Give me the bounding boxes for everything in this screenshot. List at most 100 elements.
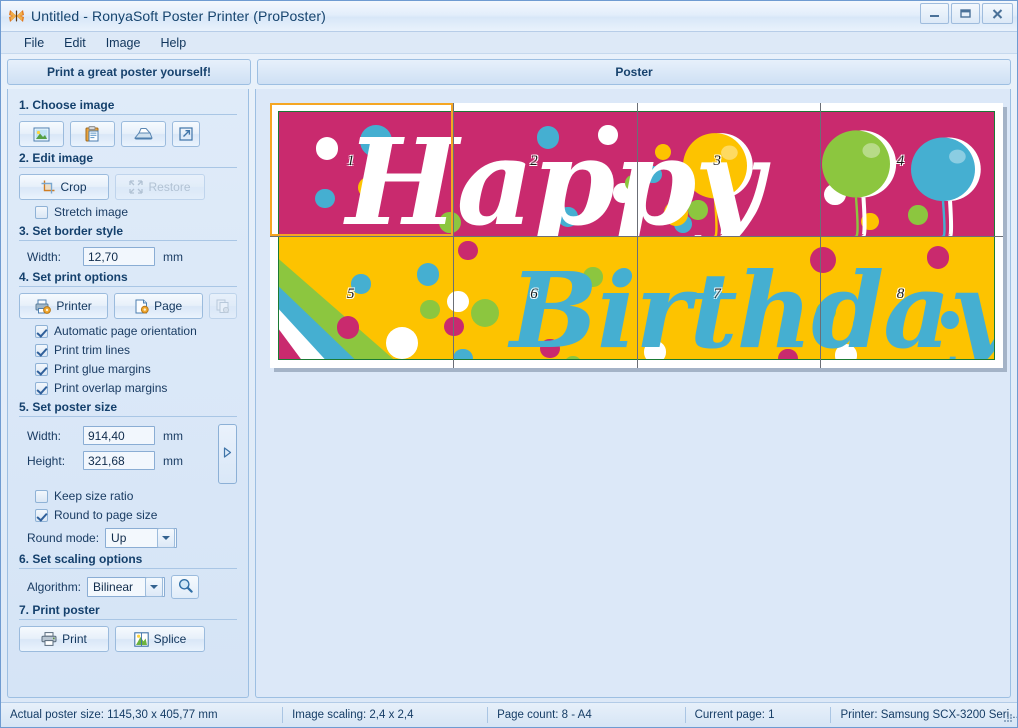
chevron-down-icon[interactable] <box>145 577 164 597</box>
open-image-button[interactable] <box>19 121 64 147</box>
panel-headers: Print a great poster yourself! Poster <box>1 54 1017 85</box>
restore-label: Restore <box>148 180 191 194</box>
poster-width-label: Width: <box>27 428 62 443</box>
status-printer: Printer: Samsung SCX-3200 Seri... <box>830 707 1017 723</box>
section-title-choose-image: 1. Choose image <box>19 98 237 115</box>
print-icon <box>41 632 57 646</box>
poster-width-input[interactable]: 914,40 <box>83 426 155 445</box>
close-button[interactable] <box>982 3 1013 24</box>
copy-page-settings-button[interactable] <box>209 293 237 319</box>
splice-button[interactable]: Splice <box>115 626 205 652</box>
menu-help[interactable]: Help <box>151 34 195 52</box>
resize-grip-icon[interactable] <box>1002 712 1014 724</box>
crop-button[interactable]: Crop <box>19 174 109 200</box>
tab-poster-header[interactable]: Poster <box>257 59 1011 85</box>
crop-icon <box>41 180 55 194</box>
round-mode-select[interactable]: Up <box>105 528 178 548</box>
keep-ratio-label: Keep size ratio <box>54 489 134 503</box>
printer-label: Printer <box>56 299 92 313</box>
poster-height-label: Height: <box>27 453 66 468</box>
crop-label: Crop <box>60 180 87 194</box>
poster-height-input[interactable]: 321,68 <box>83 451 155 470</box>
print-trim-lines-row[interactable]: Print trim lines <box>35 343 237 357</box>
poster-preview-canvas[interactable]: Happy Birthday 1 2 3 4 5 6 7 8 <box>255 89 1011 698</box>
print-options-button-row: Printer Page <box>19 293 237 319</box>
window-title: Untitled - RonyaSoft Poster Printer (Pro… <box>31 8 326 24</box>
print-trim-lines-label: Print trim lines <box>54 343 131 357</box>
print-overlap-margins-row[interactable]: Print overlap margins <box>35 381 237 395</box>
keep-ratio-checkbox[interactable] <box>35 489 48 503</box>
selected-page-highlight[interactable] <box>270 103 454 236</box>
menu-image[interactable]: Image <box>97 34 150 52</box>
print-glue-margins-label: Print glue margins <box>54 362 151 376</box>
play-right-icon <box>223 447 232 461</box>
tab-wizard-header[interactable]: Print a great poster yourself! <box>7 59 251 85</box>
algorithm-select[interactable]: Bilinear <box>87 577 166 597</box>
wizard-sidebar: 1. Choose image 2. Edit image Crop Resto… <box>7 89 249 698</box>
page-settings-button[interactable]: Page <box>114 293 204 319</box>
section-choose-image: 1. Choose image <box>8 98 248 147</box>
paste-image-button[interactable] <box>70 121 115 147</box>
splice-icon <box>133 631 149 647</box>
border-width-row: Width: 12,70 mm <box>27 247 237 266</box>
algorithm-label: Algorithm: <box>27 580 82 594</box>
preview-scaling-button[interactable] <box>171 575 200 599</box>
page-icon <box>135 299 149 314</box>
print-trim-lines-checkbox[interactable] <box>35 343 48 357</box>
external-editor-button[interactable] <box>172 121 200 147</box>
stretch-image-checkbox[interactable] <box>35 205 48 219</box>
print-overlap-margins-label: Print overlap margins <box>54 381 168 395</box>
border-width-input[interactable]: 12,70 <box>83 247 155 266</box>
butterfly-icon <box>8 8 25 24</box>
auto-orientation-row[interactable]: Automatic page orientation <box>35 324 237 338</box>
application-window: Untitled - RonyaSoft Poster Printer (Pro… <box>0 0 1018 728</box>
poster-size-fields: Width: 914,40 mm Height: 321,68 mm <box>19 420 237 484</box>
edit-image-button-row: Crop Restore <box>19 174 237 200</box>
magnifier-icon <box>178 578 193 596</box>
choose-image-button-row <box>19 121 237 147</box>
status-page-count: Page count: 8 - A4 <box>487 707 685 723</box>
expand-size-button[interactable] <box>218 424 237 484</box>
main-body: 1. Choose image 2. Edit image Crop Resto… <box>1 85 1017 698</box>
print-overlap-margins-checkbox[interactable] <box>35 381 48 395</box>
stretch-image-row[interactable]: Stretch image <box>35 205 237 219</box>
poster-width-unit: mm <box>163 428 183 443</box>
round-mode-label: Round mode: <box>27 531 100 545</box>
section-title-print-options: 4. Set print options <box>19 270 237 287</box>
section-title-print-poster: 7. Print poster <box>19 603 237 620</box>
section-title-scaling-options: 6. Set scaling options <box>19 552 237 569</box>
restore-icon <box>129 180 144 194</box>
status-bar: Actual poster size: 1145,30 x 405,77 mm … <box>1 702 1017 727</box>
print-glue-margins-checkbox[interactable] <box>35 362 48 376</box>
minimize-button[interactable] <box>920 3 949 24</box>
section-edit-image: 2. Edit image Crop Restore Stretch image <box>8 151 248 219</box>
status-image-scaling: Image scaling: 2,4 x 2,4 <box>282 707 487 723</box>
algorithm-row: Algorithm: Bilinear <box>27 575 237 599</box>
auto-orientation-checkbox[interactable] <box>35 324 48 338</box>
printer-settings-button[interactable]: Printer <box>19 293 109 319</box>
print-glue-margins-row[interactable]: Print glue margins <box>35 362 237 376</box>
border-width-unit: mm <box>163 249 183 264</box>
menu-edit[interactable]: Edit <box>55 34 95 52</box>
scan-image-button[interactable] <box>121 121 166 147</box>
round-mode-row: Round mode: Up <box>27 528 237 548</box>
round-to-page-checkbox[interactable] <box>35 508 48 522</box>
maximize-button[interactable] <box>951 3 980 24</box>
keep-ratio-row[interactable]: Keep size ratio <box>35 489 237 503</box>
round-to-page-row[interactable]: Round to page size <box>35 508 237 522</box>
status-current-page: Current page: 1 <box>684 707 831 723</box>
section-scaling-options: 6. Set scaling options Algorithm: Biline… <box>8 552 248 599</box>
print-button[interactable]: Print <box>19 626 109 652</box>
section-border-style: 3. Set border style Width: 12,70 mm <box>8 224 248 266</box>
page-grid-line-horizontal <box>270 235 1003 237</box>
chevron-down-icon[interactable] <box>157 528 176 548</box>
section-title-border-style: 3. Set border style <box>19 224 237 241</box>
stretch-image-label: Stretch image <box>54 205 129 219</box>
splice-label: Splice <box>153 632 187 646</box>
round-to-page-label: Round to page size <box>54 508 158 522</box>
section-title-poster-size: 5. Set poster size <box>19 400 237 417</box>
restore-button[interactable]: Restore <box>115 174 205 200</box>
menu-file[interactable]: File <box>15 34 53 52</box>
algorithm-value: Bilinear <box>93 580 134 594</box>
printer-icon <box>35 299 52 314</box>
